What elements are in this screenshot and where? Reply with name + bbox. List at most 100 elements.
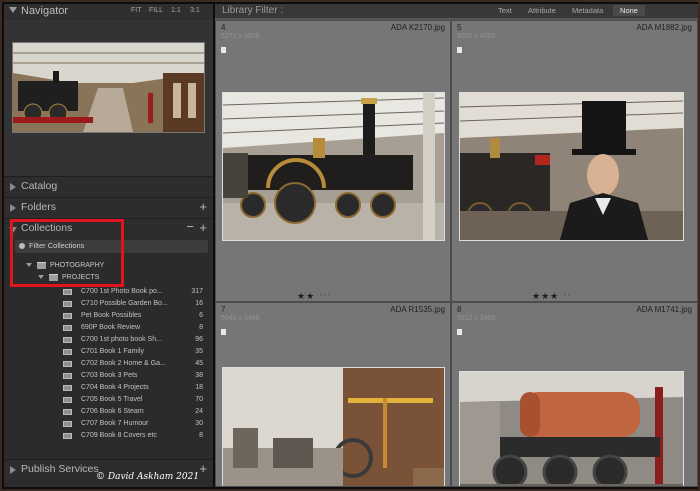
cell-index: 8 xyxy=(457,305,462,314)
collection-name: C703 Book 3 Pets xyxy=(81,372,138,379)
collection-count: 8 xyxy=(199,324,203,331)
station-hall-image xyxy=(13,43,204,132)
collection-name: Pet Book Possibles xyxy=(81,312,142,319)
filter-text-option[interactable]: Text xyxy=(498,6,512,15)
collection-name: C707 Book 7 Humour xyxy=(81,420,149,427)
collection-icon xyxy=(63,373,72,379)
collection-item[interactable]: C700 1st photo book Sh... 96 xyxy=(4,334,213,346)
collection-item[interactable]: C709 Book 8 Covers etc 8 xyxy=(4,430,213,442)
collection-item[interactable]: C700 1st Photo Book po... 317 xyxy=(4,286,213,298)
collection-name: C706 Book 6 Steam xyxy=(81,408,144,415)
left-panel: Navigator FIT FILL 1:1 3:1 Catalog Folde… xyxy=(4,4,213,487)
zoom-fit[interactable]: FIT xyxy=(131,4,142,18)
cell-filename: ADA M1882.jpg xyxy=(636,23,692,32)
collection-name: C701 Book 1 Family xyxy=(81,348,145,355)
collection-name: C710 Possible Garden Bo... xyxy=(81,300,168,307)
cell-index: 5 xyxy=(457,23,462,32)
collection-count: 70 xyxy=(195,396,203,403)
zoom-3-1[interactable]: 3:1 xyxy=(190,4,200,18)
add-publish-service-icon[interactable]: + xyxy=(199,461,207,476)
locomotive-image xyxy=(223,93,444,240)
collection-count: 16 xyxy=(195,300,203,307)
star-rating[interactable]: ★★★ xyxy=(532,291,559,301)
smart-collection-icon xyxy=(63,301,72,307)
grid-cell[interactable]: 5 ADA M1882.jpg 6000 x 4000 ★★★ •• xyxy=(451,20,698,302)
catalog-title: Catalog xyxy=(21,180,58,192)
collection-count: 45 xyxy=(195,360,203,367)
collection-icon xyxy=(63,385,72,391)
expand-triangle-icon[interactable] xyxy=(10,466,16,474)
thumbnail[interactable] xyxy=(222,367,445,486)
collection-item[interactable]: C707 Book 7 Humour 30 xyxy=(4,418,213,430)
collection-count: 18 xyxy=(195,384,203,391)
collection-icon xyxy=(63,361,72,367)
collection-count: 317 xyxy=(191,288,203,295)
flag-icon[interactable] xyxy=(457,47,462,53)
filter-attribute-option[interactable]: Attribute xyxy=(528,6,556,15)
cell-dimensions: 5272 x 3856 xyxy=(221,33,260,40)
thumbnail[interactable] xyxy=(459,92,684,241)
smart-collection-icon xyxy=(63,313,72,319)
collection-item[interactable]: C702 Book 2 Home & Ga... 45 xyxy=(4,358,213,370)
collection-item[interactable]: Pet Book Possibles 6 xyxy=(4,310,213,322)
add-folder-icon[interactable]: + xyxy=(199,199,207,214)
flag-icon[interactable] xyxy=(457,329,462,335)
brunel-figure-image xyxy=(460,93,683,240)
collection-item[interactable]: C704 Book 4 Projects 18 xyxy=(4,382,213,394)
collection-name: C702 Book 2 Home & Ga... xyxy=(81,360,166,367)
grid-cell[interactable]: 7 ADA R1535.jpg 5040 x 3466 xyxy=(215,302,451,487)
collection-count: 30 xyxy=(195,420,203,427)
collection-item[interactable]: 690P Book Review 8 xyxy=(4,322,213,334)
star-rating[interactable]: ★★ xyxy=(297,291,315,301)
collection-item[interactable]: C710 Possible Garden Bo... 16 xyxy=(4,298,213,310)
workshop-image xyxy=(223,368,444,486)
collection-item[interactable]: C701 Book 1 Family 35 xyxy=(4,346,213,358)
thumbnail[interactable] xyxy=(222,92,445,241)
empty-rating-dots: •• xyxy=(564,293,573,299)
remove-collection-icon[interactable]: − xyxy=(186,219,194,234)
collection-icon xyxy=(63,337,72,343)
collection-item[interactable]: C703 Book 3 Pets 38 xyxy=(4,370,213,382)
smart-collection-icon xyxy=(63,289,72,295)
cell-dimensions: 5212 x 3466 xyxy=(457,315,496,322)
navigator-preview-area xyxy=(4,19,213,177)
filter-metadata-option[interactable]: Metadata xyxy=(572,6,603,15)
collection-count: 6 xyxy=(199,312,203,319)
collection-name: C705 Book 5 Travel xyxy=(81,396,143,403)
folders-section[interactable]: Folders + xyxy=(4,197,213,218)
add-collection-icon[interactable]: + xyxy=(199,220,207,235)
zoom-fill[interactable]: FILL xyxy=(149,4,163,18)
expand-triangle-icon[interactable] xyxy=(10,204,16,212)
expand-triangle-icon[interactable] xyxy=(10,183,16,191)
flag-icon[interactable] xyxy=(221,329,226,335)
catalog-section[interactable]: Catalog xyxy=(4,176,213,197)
collection-item[interactable]: C705 Book 5 Travel 70 xyxy=(4,394,213,406)
collection-item[interactable]: C706 Book 6 Steam 24 xyxy=(4,406,213,418)
collection-name: C704 Book 4 Projects xyxy=(81,384,149,391)
cell-dimensions: 5040 x 3466 xyxy=(221,315,260,322)
navigator-preview-image[interactable] xyxy=(12,42,205,133)
collection-icon xyxy=(63,397,72,403)
zoom-1-1[interactable]: 1:1 xyxy=(171,4,181,18)
copyright-watermark: © David Askham 2021 xyxy=(96,472,200,482)
red-boiler-engine-image xyxy=(460,372,683,486)
cell-filename: ADA K2170.jpg xyxy=(390,23,445,32)
filter-none-option[interactable]: None xyxy=(613,5,645,16)
thumbnail[interactable] xyxy=(459,371,684,486)
collections-highlight-box xyxy=(10,219,124,287)
navigator-title: Navigator xyxy=(21,5,69,17)
library-grid-area: Library Filter : Text Attribute Metadata… xyxy=(215,4,698,487)
library-filter-title: Library Filter : xyxy=(222,5,284,16)
cell-index: 4 xyxy=(221,23,226,32)
collapse-triangle-icon[interactable] xyxy=(9,7,17,13)
publish-services-title: Publish Services xyxy=(21,463,99,475)
grid-cell[interactable]: 8 ADA M1741.jpg 5212 x 3466 xyxy=(451,302,698,487)
navigator-header[interactable]: Navigator FIT FILL 1:1 3:1 xyxy=(4,4,213,18)
collection-count: 24 xyxy=(195,408,203,415)
collection-count: 35 xyxy=(195,348,203,355)
cell-filename: ADA R1535.jpg xyxy=(390,305,445,314)
flag-icon[interactable] xyxy=(221,47,226,53)
grid-cell[interactable]: 4 ADA K2170.jpg 5272 x 3856 ★★ ••• xyxy=(215,20,451,302)
collection-name: 690P Book Review xyxy=(81,324,141,331)
collection-count: 38 xyxy=(195,372,203,379)
